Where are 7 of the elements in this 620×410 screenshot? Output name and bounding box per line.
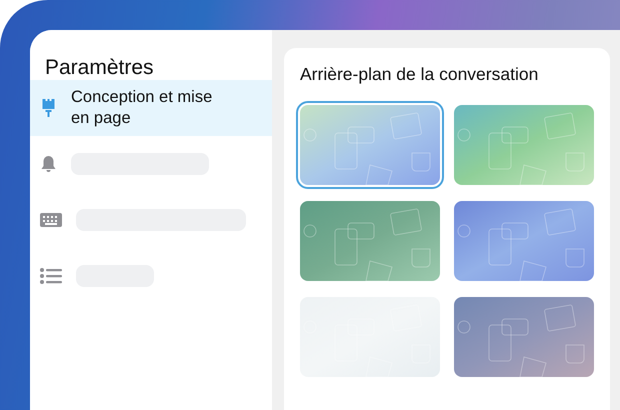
bell-icon <box>40 154 57 174</box>
list-icon <box>40 268 62 284</box>
section-title: Arrière-plan de la conversation <box>300 64 540 85</box>
settings-title: Paramètres <box>44 55 155 80</box>
brush-icon <box>40 98 57 118</box>
keyboard-icon <box>40 212 62 228</box>
sidebar-item[interactable]: Conception et mise en page <box>30 80 272 136</box>
